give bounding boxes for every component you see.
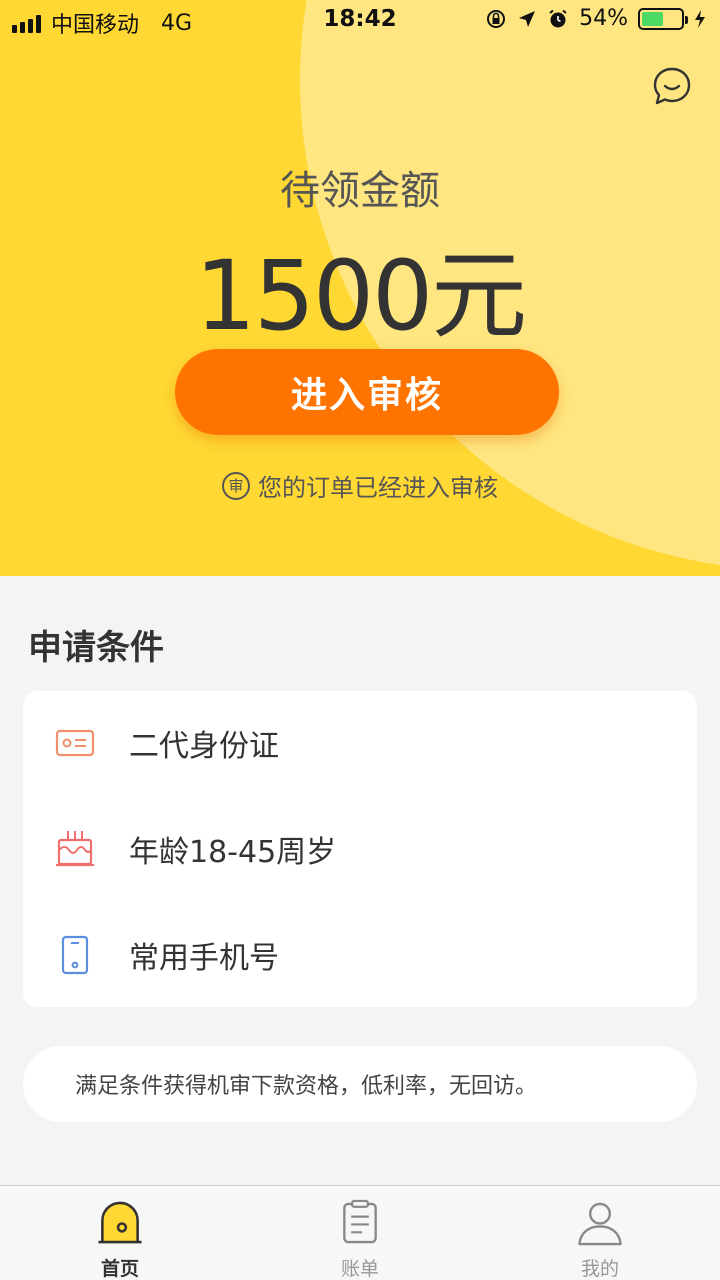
- conditions-card: 二代身份证 年龄18-45周岁 常用手机号: [23, 691, 697, 1007]
- battery-icon: [638, 7, 688, 30]
- profile-icon: [578, 1202, 622, 1246]
- conditions-title: 申请条件: [28, 628, 164, 668]
- home-icon: [98, 1201, 142, 1244]
- conditions-tip-text: 满足条件获得机审下款资格，低利率，无回访。: [75, 1074, 538, 1099]
- tab-profile[interactable]: 我的: [480, 1186, 720, 1280]
- bill-icon: [343, 1199, 377, 1244]
- tab-home[interactable]: 首页: [0, 1186, 240, 1280]
- charging-bolt-icon: [695, 9, 705, 28]
- pending-amount-value: 1500元: [194, 240, 527, 352]
- review-status-note: 审 您的订单已经进入审核: [0, 468, 720, 503]
- tab-bills[interactable]: 账单: [240, 1186, 480, 1280]
- condition-label: 常用手机号: [129, 941, 279, 976]
- condition-label: 二代身份证: [129, 729, 279, 764]
- status-bar: 中国移动 4G 18:42 54%: [0, 0, 720, 40]
- review-badge-icon: 审: [222, 471, 250, 500]
- pending-amount-label: 待领金额: [280, 168, 440, 214]
- condition-item-id-card: 二代身份证: [23, 713, 697, 773]
- birthday-cake-icon: [53, 827, 97, 871]
- bottom-tab-bar: 首页 账单 我的: [0, 1185, 720, 1280]
- condition-label: 年龄18-45周岁: [129, 835, 337, 870]
- condition-item-phone: 常用手机号: [23, 925, 697, 985]
- status-right: 54%: [485, 6, 706, 31]
- enter-review-button[interactable]: 进入审核: [175, 349, 559, 435]
- chat-bubble-icon[interactable]: [652, 66, 692, 106]
- conditions-tip: 满足条件获得机审下款资格，低利率，无回访。: [23, 1046, 697, 1122]
- id-card-icon: [53, 721, 97, 765]
- hero-section: 中国移动 4G 18:42 54% 待领金额 1500元 进入审核 审 您的订单…: [0, 0, 720, 576]
- mobile-phone-icon: [53, 933, 97, 977]
- tab-label: 账单: [340, 1258, 379, 1280]
- location-arrow-icon: [519, 10, 536, 27]
- battery-percentage: 54%: [579, 6, 628, 31]
- tab-label: 我的: [580, 1258, 619, 1280]
- tab-label: 首页: [100, 1258, 139, 1280]
- battery-tip: [685, 15, 688, 24]
- review-status-text: 您的订单已经进入审核: [258, 474, 498, 502]
- battery-fill: [642, 11, 663, 26]
- alarm-clock-icon: [549, 9, 567, 27]
- condition-item-age: 年龄18-45周岁: [23, 819, 697, 879]
- orientation-lock-icon: [487, 9, 506, 28]
